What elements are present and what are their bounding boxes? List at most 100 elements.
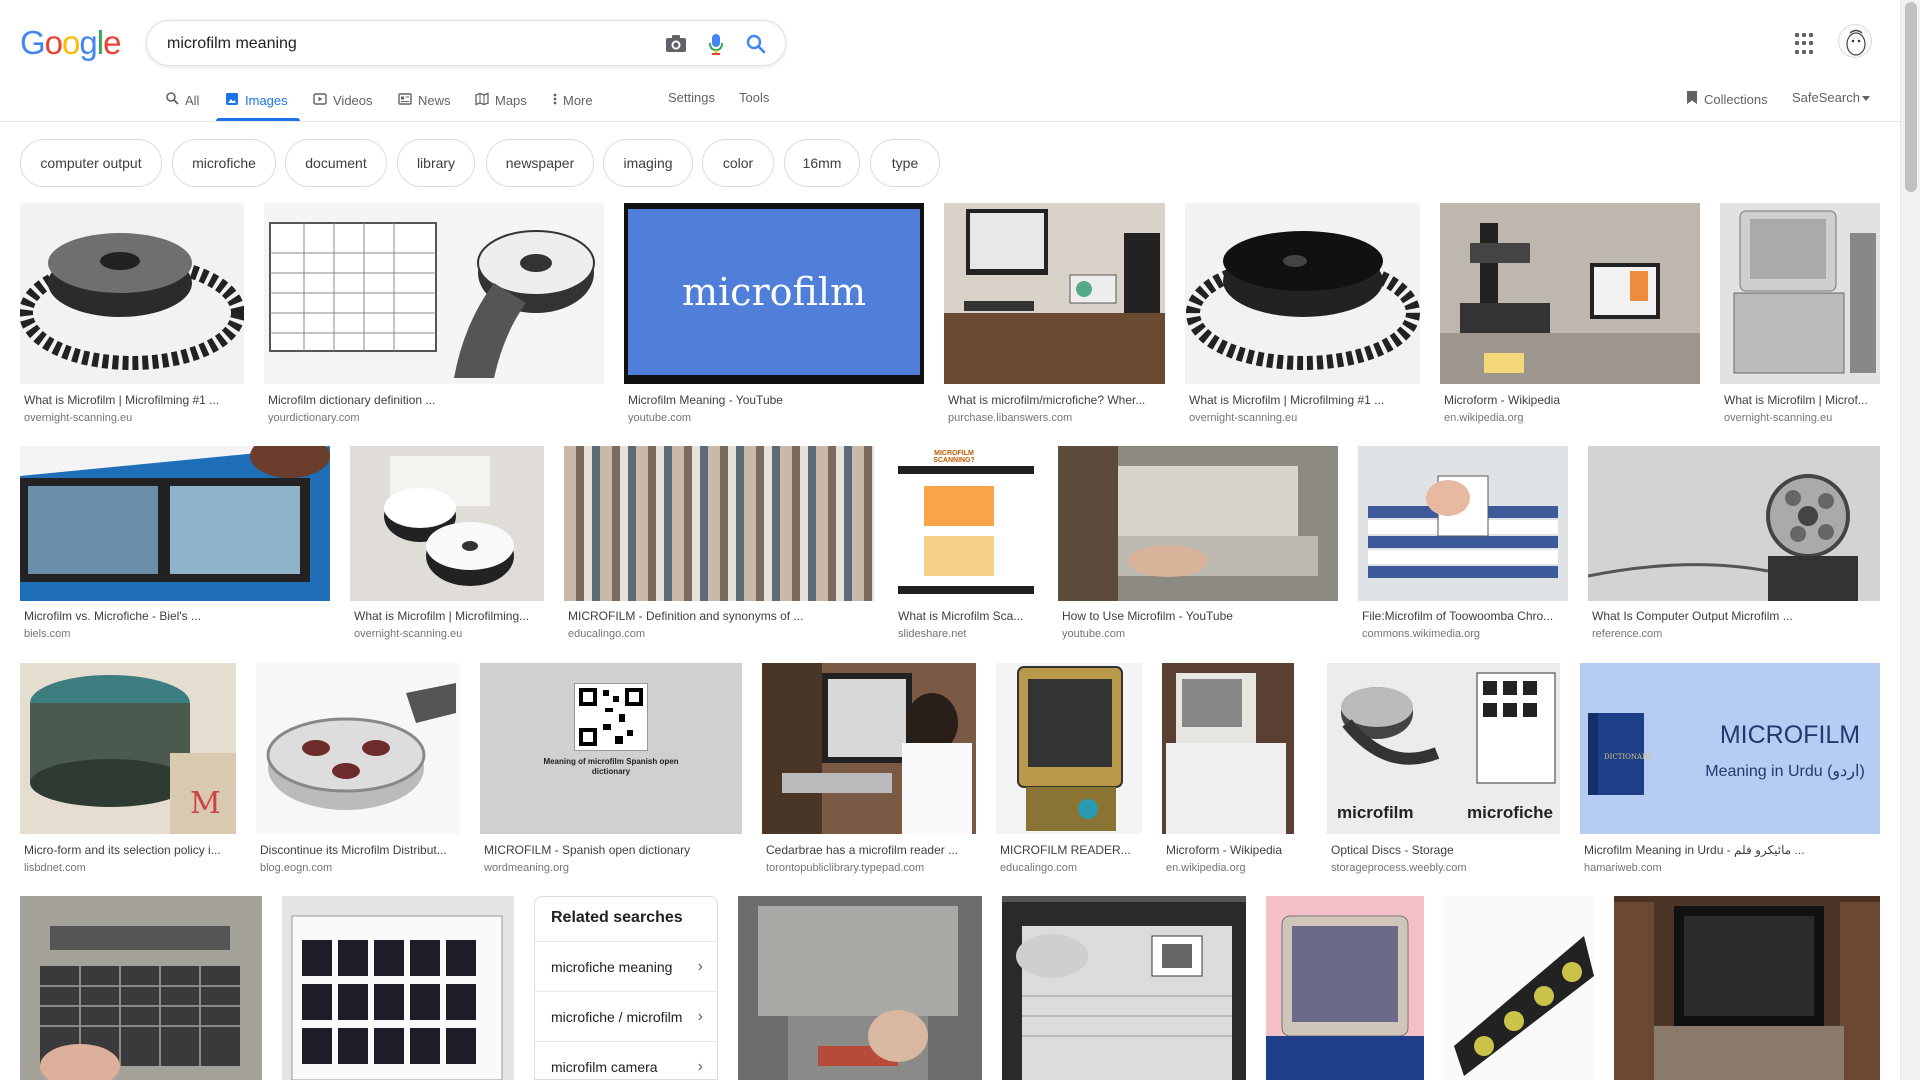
- google-apps-icon[interactable]: [1795, 33, 1817, 55]
- related-search-item[interactable]: microfiche / microfilm ›: [535, 991, 717, 1041]
- result-thumbnail: [282, 896, 514, 1080]
- thumbnail-text: microfilm: [628, 209, 920, 375]
- caret-down-icon: [1861, 90, 1870, 105]
- tab-more[interactable]: More: [553, 90, 593, 110]
- google-images-page: Google All Images Videos: [0, 0, 1920, 1080]
- image-result[interactable]: [1444, 896, 1594, 1080]
- result-source: blog.eogn.com: [260, 862, 333, 874]
- image-result[interactable]: DICTIONARY MICROFILM Meaning in Urdu (ار…: [1580, 663, 1880, 879]
- image-result[interactable]: M Micro-form and its selection policy i.…: [20, 663, 236, 879]
- result-caption: Micro-form and its selection policy i...: [24, 843, 221, 857]
- result-source: hamariweb.com: [1584, 862, 1662, 874]
- result-thumbnail: [738, 896, 982, 1080]
- settings-link[interactable]: Settings: [668, 90, 715, 105]
- result-caption: MICROFILM READER...: [1000, 843, 1131, 857]
- image-result[interactable]: microfilm Microfilm Meaning - YouTube yo…: [624, 203, 924, 428]
- related-search-item[interactable]: microfiche meaning ›: [535, 941, 717, 991]
- account-avatar[interactable]: [1838, 24, 1872, 58]
- image-result[interactable]: What is Microfilm | Microfilming #1 ... …: [1185, 203, 1420, 428]
- result-thumbnail: [1185, 203, 1420, 384]
- result-thumbnail: [20, 896, 262, 1080]
- result-thumbnail: [1162, 663, 1294, 834]
- tab-maps[interactable]: Maps: [475, 90, 527, 110]
- image-result[interactable]: What is microfilm/microfiche? Wher... pu…: [944, 203, 1165, 428]
- safesearch-dropdown[interactable]: SafeSearch: [1792, 90, 1870, 105]
- image-result[interactable]: MICROFILM SCANNING? What is Microfilm Sc…: [894, 446, 1038, 646]
- result-thumbnail: [1002, 896, 1246, 1080]
- tools-label: Tools: [739, 90, 770, 105]
- result-thumbnail: [20, 203, 244, 384]
- result-caption: File:Microfilm of Toowoomba Chro...: [1362, 609, 1554, 623]
- chip-imaging[interactable]: imaging: [603, 139, 693, 187]
- bookmark-icon: [1686, 90, 1698, 108]
- search-icon: [166, 92, 179, 108]
- image-result[interactable]: Microfilm dictionary definition ... your…: [264, 203, 604, 428]
- image-result[interactable]: [282, 896, 514, 1080]
- image-result[interactable]: MICROFILM READER... educalingo.com: [996, 663, 1142, 879]
- result-thumbnail: microfilm microfiche: [1327, 663, 1560, 834]
- image-result[interactable]: Discontinue its Microfilm Distribut... b…: [256, 663, 460, 879]
- image-result[interactable]: [1266, 896, 1424, 1080]
- image-result[interactable]: [738, 896, 982, 1080]
- chip-type[interactable]: type: [870, 139, 940, 187]
- result-thumbnail: [1358, 446, 1568, 601]
- result-caption: Cedarbrae has a microfilm reader ...: [766, 843, 959, 857]
- image-result[interactable]: [1614, 896, 1880, 1080]
- chip-color[interactable]: color: [702, 139, 774, 187]
- image-result[interactable]: How to Use Microfilm - YouTube youtube.c…: [1058, 446, 1338, 646]
- result-thumbnail: [944, 203, 1165, 384]
- result-source: storageprocess.weebly.com: [1331, 862, 1467, 874]
- image-result[interactable]: Microform - Wikipedia en.wikipedia.org: [1440, 203, 1700, 428]
- chip-16mm[interactable]: 16mm: [784, 139, 860, 187]
- result-thumbnail: [996, 663, 1142, 834]
- microphone-icon[interactable]: [705, 33, 727, 55]
- camera-icon[interactable]: [665, 33, 687, 55]
- news-icon: [398, 92, 412, 109]
- chip-label: computer output: [40, 155, 142, 171]
- image-result[interactable]: Microfilm vs. Microfiche - Biel's ... bi…: [20, 446, 330, 646]
- image-result[interactable]: Cedarbrae has a microfilm reader ... tor…: [762, 663, 976, 879]
- tab-images[interactable]: Images: [225, 90, 288, 110]
- chip-newspaper[interactable]: newspaper: [486, 139, 594, 187]
- page-scrollbar[interactable]: [1900, 0, 1920, 1080]
- result-source: youtube.com: [628, 412, 691, 424]
- image-result[interactable]: [1002, 896, 1246, 1080]
- tab-label: Images: [245, 92, 288, 108]
- tab-news[interactable]: News: [398, 90, 451, 110]
- svg-text:DICTIONARY: DICTIONARY: [1604, 753, 1652, 761]
- collections-link[interactable]: Collections: [1686, 90, 1768, 108]
- image-result[interactable]: What is Microfilm | Microfilming... over…: [350, 446, 544, 646]
- image-result[interactable]: Microform - Wikipedia en.wikipedia.org: [1162, 663, 1294, 879]
- chip-microfiche[interactable]: microfiche: [172, 139, 276, 187]
- search-input[interactable]: [167, 31, 647, 57]
- image-result[interactable]: What is Microfilm | Microfilming #1 ... …: [20, 203, 244, 428]
- result-thumbnail: [264, 203, 604, 384]
- image-result[interactable]: [20, 896, 262, 1080]
- chevron-right-icon: ›: [697, 1058, 703, 1075]
- image-result[interactable]: microfilm microfiche Optical Discs - Sto…: [1327, 663, 1560, 879]
- result-source: educalingo.com: [1000, 862, 1078, 874]
- chip-computer-output[interactable]: computer output: [20, 139, 162, 187]
- search-tabs: All Images Videos News Maps More Setting…: [0, 80, 1900, 122]
- chip-library[interactable]: library: [397, 139, 475, 187]
- tools-link[interactable]: Tools: [739, 90, 769, 105]
- image-result[interactable]: MICROFILM - Definition and synonyms of .…: [564, 446, 874, 646]
- search-submit-icon[interactable]: [745, 33, 767, 55]
- image-result[interactable]: File:Microfilm of Toowoomba Chro... comm…: [1358, 446, 1568, 646]
- thumbnail-text: microfilm: [1337, 803, 1414, 822]
- tab-label: News: [418, 92, 451, 108]
- image-result[interactable]: What Is Computer Output Microfilm ... re…: [1588, 446, 1880, 646]
- result-source: overnight-scanning.eu: [24, 412, 133, 424]
- result-thumbnail: [1588, 446, 1880, 601]
- tab-all[interactable]: All: [166, 90, 199, 110]
- related-search-item[interactable]: microfilm camera ›: [535, 1041, 717, 1080]
- tab-videos[interactable]: Videos: [313, 90, 373, 110]
- result-caption: What is Microfilm Sca...: [898, 609, 1024, 623]
- image-result[interactable]: What is Microfilm | Microf... overnight-…: [1720, 203, 1880, 428]
- tab-label: Maps: [495, 92, 527, 108]
- chip-document[interactable]: document: [285, 139, 387, 187]
- image-result[interactable]: Meaning of microfilm Spanish open dictio…: [480, 663, 742, 879]
- result-caption: What is Microfilm | Microfilming...: [354, 609, 530, 623]
- google-logo[interactable]: Google: [20, 24, 121, 62]
- scrollbar-thumb[interactable]: [1905, 2, 1917, 192]
